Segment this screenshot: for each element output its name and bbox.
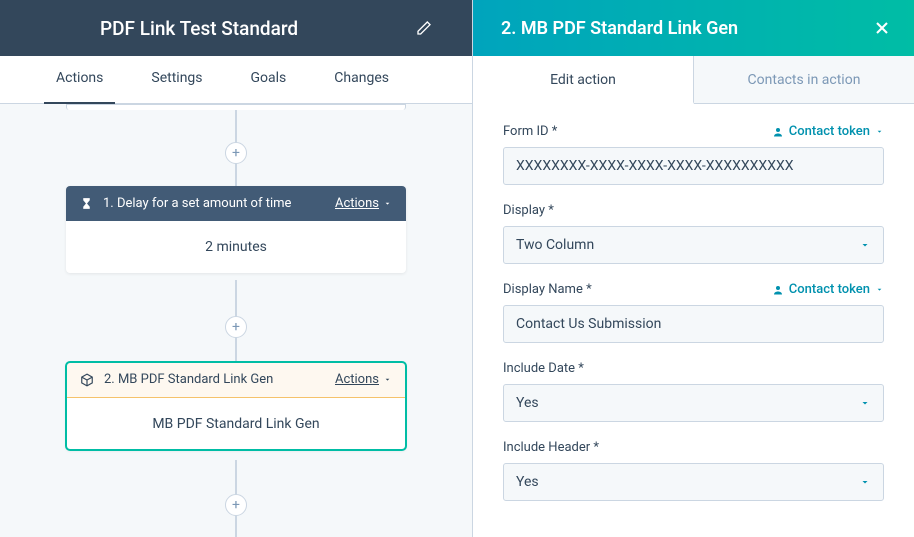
field-form-id: Form ID * Contact token [503,124,884,185]
display-name-input[interactable] [503,305,884,343]
field-label: Display * [503,203,884,218]
chevron-down-icon [859,239,871,251]
tab-goals[interactable]: Goals [227,56,311,104]
field-display: Display * Two Column [503,203,884,264]
form-id-input[interactable] [503,147,884,185]
chevron-down-icon [859,397,871,409]
node-body: 2 minutes [66,221,406,273]
chevron-down-icon [875,127,884,136]
token-label: Contact token [789,282,870,297]
workflow-canvas-pane: PDF Link Test Standard Actions Settings … [0,0,472,537]
panel-tabs: Edit action Contacts in action [473,56,914,104]
node-body: MB PDF Standard Link Gen [66,398,406,450]
action-editor-panel: 2. MB PDF Standard Link Gen Edit action … [472,0,914,537]
cube-icon [80,373,94,387]
chevron-down-icon [875,285,884,294]
field-include-header: Include Header * Yes [503,440,884,501]
contact-token-link[interactable]: Contact token [772,124,884,139]
close-icon[interactable] [872,18,892,38]
include-date-select[interactable]: Yes [503,384,884,422]
form-area: Form ID * Contact token Display * Two Co… [473,104,914,537]
select-value: Yes [516,395,859,411]
workflow-node-delay[interactable]: 1. Delay for a set amount of time Action… [66,186,406,273]
node-header: 2. MB PDF Standard Link Gen Actions [66,362,406,398]
tab-changes[interactable]: Changes [310,56,413,104]
field-display-name: Display Name * Contact token [503,282,884,343]
select-value: Yes [516,474,859,490]
chevron-down-icon [859,476,871,488]
add-step-button[interactable]: + [225,316,247,338]
select-value: Two Column [516,237,859,253]
node-title: 1. Delay for a set amount of time [103,196,325,211]
top-bar: PDF Link Test Standard [0,0,472,56]
tab-actions[interactable]: Actions [32,56,127,104]
chevron-down-icon [383,199,392,208]
add-step-button[interactable]: + [225,494,247,516]
panel-tab-contacts[interactable]: Contacts in action [694,56,914,104]
main-tabs: Actions Settings Goals Changes [0,56,472,104]
edit-title-icon[interactable] [416,20,432,36]
field-label: Include Date * [503,361,884,376]
tab-settings[interactable]: Settings [127,56,226,104]
page-title: PDF Link Test Standard [100,17,402,40]
contact-token-link[interactable]: Contact token [772,282,884,297]
node-title: 2. MB PDF Standard Link Gen [104,372,325,387]
include-header-select[interactable]: Yes [503,463,884,501]
add-step-button[interactable]: + [225,142,247,164]
node-actions-menu[interactable]: Actions [335,372,392,387]
person-icon [772,126,784,138]
node-actions-label: Actions [335,196,379,211]
person-icon [772,284,784,296]
chevron-down-icon [383,375,392,384]
token-label: Contact token [789,124,870,139]
display-select[interactable]: Two Column [503,226,884,264]
panel-title: 2. MB PDF Standard Link Gen [501,18,872,39]
field-include-date: Include Date * Yes [503,361,884,422]
field-label: Display Name * [503,282,772,297]
workflow-canvas: + 1. Delay for a set amount of time Acti… [0,104,472,537]
panel-tab-edit-action[interactable]: Edit action [473,56,694,104]
field-label: Form ID * [503,124,772,139]
node-actions-menu[interactable]: Actions [335,196,392,211]
hourglass-icon [80,197,93,210]
panel-header: 2. MB PDF Standard Link Gen [473,0,914,56]
workflow-node-pdf-link[interactable]: 2. MB PDF Standard Link Gen Actions MB P… [66,362,406,450]
node-actions-label: Actions [335,372,379,387]
node-header: 1. Delay for a set amount of time Action… [66,186,406,221]
field-label: Include Header * [503,440,884,455]
